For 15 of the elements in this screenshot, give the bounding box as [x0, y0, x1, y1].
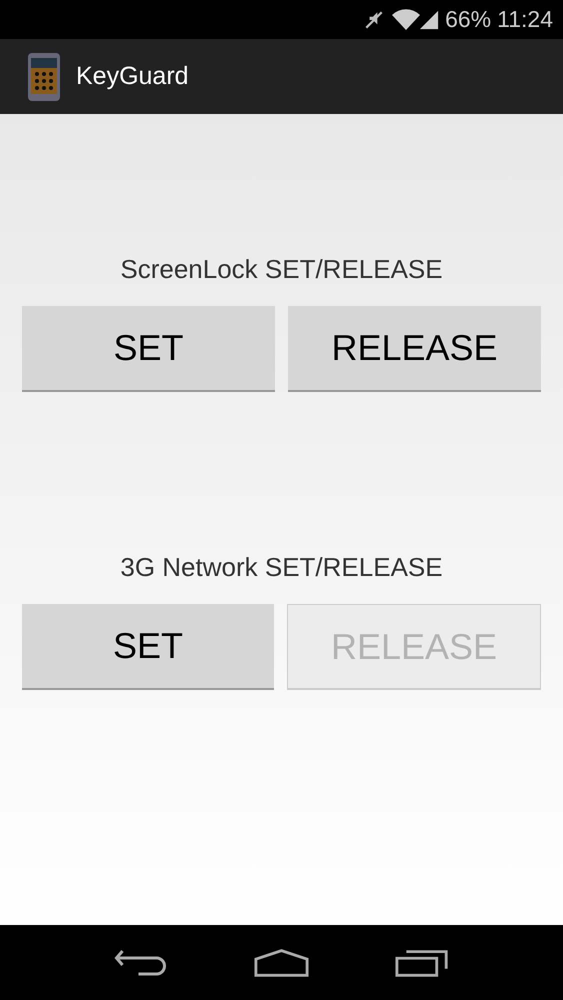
phone-keypad-icon	[27, 52, 61, 102]
app-title: KeyGuard	[76, 62, 189, 91]
action-button[interactable]: RELEASE	[288, 306, 541, 392]
home-icon[interactable]	[254, 948, 309, 978]
signal-icon	[419, 10, 440, 30]
recent-apps-icon[interactable]	[395, 948, 450, 978]
section-label: 3G Network SET/RELEASE	[119, 552, 444, 583]
back-icon[interactable]	[113, 948, 168, 978]
mute-icon	[363, 8, 386, 30]
clock: 11:24	[497, 6, 553, 33]
battery-level: 66%	[445, 6, 492, 33]
wifi-icon	[391, 8, 422, 30]
section-label: ScreenLock SET/RELEASE	[119, 254, 444, 285]
action-button[interactable]: SET	[22, 306, 275, 392]
action-button[interactable]: SET	[22, 604, 274, 690]
